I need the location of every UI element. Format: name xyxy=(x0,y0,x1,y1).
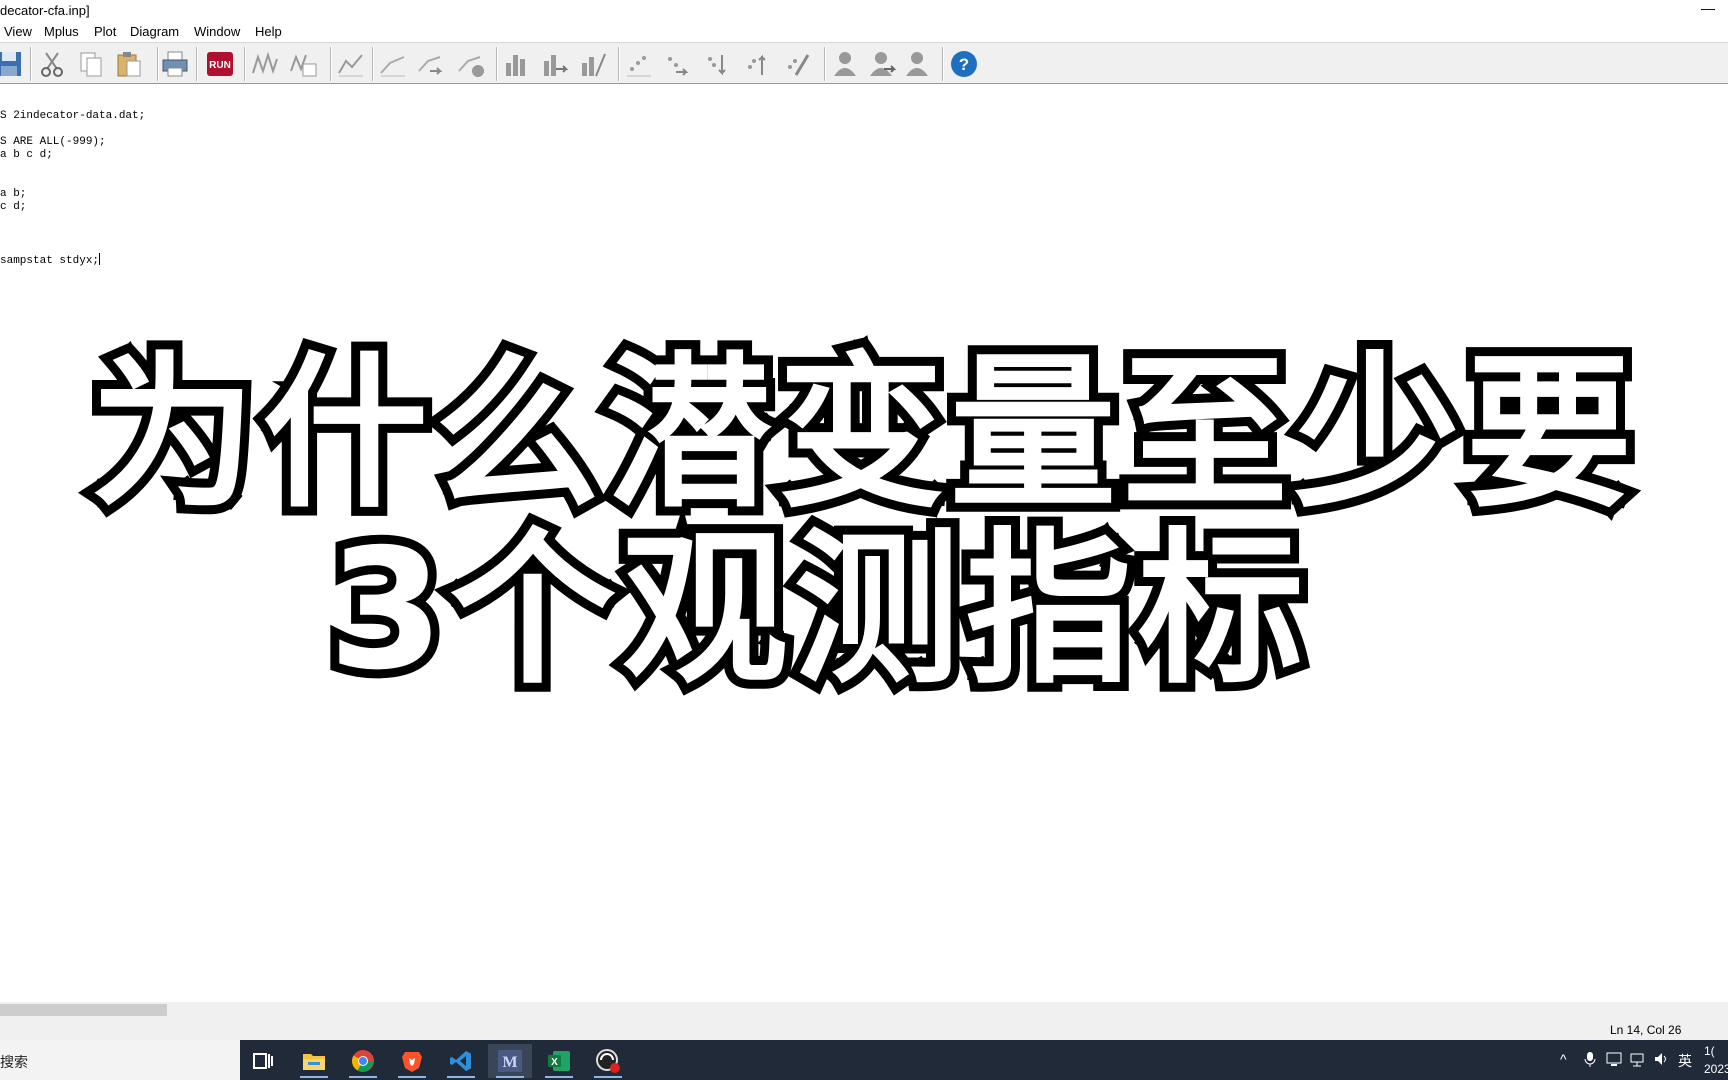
cursor-position: Ln 14, Col 26 xyxy=(1610,1023,1682,1037)
menu-bar: View Mplus Plot Diagram Window Help xyxy=(0,22,1728,42)
print-icon[interactable] xyxy=(158,47,192,81)
code-line: c d; xyxy=(0,201,27,213)
menu-view[interactable]: View xyxy=(4,24,32,39)
menu-window[interactable]: Window xyxy=(194,24,240,39)
horizontal-scrollbar[interactable] xyxy=(0,1002,1728,1018)
copy-icon[interactable] xyxy=(74,47,108,81)
plot-single-icon[interactable] xyxy=(334,47,368,81)
histogram-icon[interactable] xyxy=(500,47,534,81)
run-label: RUN xyxy=(209,60,231,71)
mplus-label: M xyxy=(502,1054,517,1071)
taskbar: 搜索 M X ^ 英 1( 2023 xyxy=(0,1040,1728,1080)
scatter-down-icon[interactable] xyxy=(700,47,734,81)
status-bar: Ln 14, Col 26 xyxy=(0,1018,1728,1040)
paste-icon[interactable] xyxy=(112,47,146,81)
network-icon[interactable] xyxy=(1630,1051,1646,1070)
plot-table-icon[interactable] xyxy=(286,47,320,81)
menu-diagram[interactable]: Diagram xyxy=(130,24,179,39)
volume-icon[interactable] xyxy=(1654,1051,1670,1070)
run-icon[interactable]: RUN xyxy=(203,47,237,81)
scatter-icon[interactable] xyxy=(622,47,656,81)
scatter-up-icon[interactable] xyxy=(740,47,774,81)
excel-icon[interactable]: X xyxy=(537,1044,581,1078)
histogram-arrow-icon[interactable] xyxy=(538,47,572,81)
chevron-up-icon[interactable]: ^ xyxy=(1560,1051,1567,1067)
display-icon[interactable] xyxy=(1606,1051,1622,1070)
code-line: S 2indecator-data.dat; xyxy=(0,110,146,122)
save-icon[interactable] xyxy=(0,47,26,81)
menu-help[interactable]: Help xyxy=(255,24,282,39)
code-line: S ARE ALL(-999); xyxy=(0,136,106,148)
search-placeholder: 搜索 xyxy=(0,1054,28,1070)
text-cursor xyxy=(99,253,101,265)
vscode-icon[interactable] xyxy=(439,1044,483,1078)
scatter-arrow-icon[interactable] xyxy=(660,47,694,81)
microphone-icon[interactable] xyxy=(1584,1051,1596,1070)
minimize-button[interactable]: — xyxy=(1696,0,1720,20)
brave-icon[interactable] xyxy=(390,1044,434,1078)
window-title: decator-cfa.inp] xyxy=(0,3,90,18)
mplus-icon[interactable]: M xyxy=(488,1044,532,1078)
help-icon[interactable]: ? xyxy=(947,47,981,81)
clock[interactable]: 1( 2023 xyxy=(1704,1042,1728,1078)
code-line: a b; xyxy=(0,188,27,200)
excel-label: X xyxy=(551,1057,558,1068)
code-line: sampstat stdyx; xyxy=(0,255,100,267)
clock-time: 1( xyxy=(1704,1044,1715,1058)
editor-text[interactable]: S 2indecator-data.dat; S ARE ALL(-999); … xyxy=(0,110,145,268)
taskbar-search[interactable]: 搜索 xyxy=(0,1040,240,1080)
menu-plot[interactable]: Plot xyxy=(94,24,116,39)
plot-series-icon[interactable] xyxy=(376,47,410,81)
plot-info-icon[interactable] xyxy=(454,47,488,81)
person-single-icon[interactable] xyxy=(900,47,934,81)
scatter-edit-icon[interactable] xyxy=(780,47,814,81)
recorder-icon[interactable] xyxy=(586,1044,630,1078)
file-explorer-icon[interactable] xyxy=(292,1044,336,1078)
svg-text:?: ? xyxy=(959,55,969,74)
plot-arrow-icon[interactable] xyxy=(414,47,448,81)
plot-line-icon[interactable] xyxy=(248,47,282,81)
histogram-stacked-icon[interactable] xyxy=(576,47,610,81)
menu-mplus[interactable]: Mplus xyxy=(44,24,79,39)
clock-date: 2023 xyxy=(1704,1062,1728,1076)
person-arrow-icon[interactable] xyxy=(866,47,900,81)
person-icon[interactable] xyxy=(828,47,862,81)
chrome-icon[interactable] xyxy=(341,1044,385,1078)
scrollbar-thumb[interactable] xyxy=(0,1004,167,1016)
ime-indicator[interactable]: 英 xyxy=(1678,1051,1692,1071)
code-editor[interactable]: S 2indecator-data.dat; S ARE ALL(-999); … xyxy=(0,84,1728,1002)
code-line: a b c d; xyxy=(0,149,53,161)
cut-icon[interactable] xyxy=(35,47,69,81)
task-view-icon[interactable] xyxy=(241,1044,285,1078)
toolbar: RUN ? xyxy=(0,42,1728,84)
title-bar: decator-cfa.inp] — xyxy=(0,0,1728,22)
